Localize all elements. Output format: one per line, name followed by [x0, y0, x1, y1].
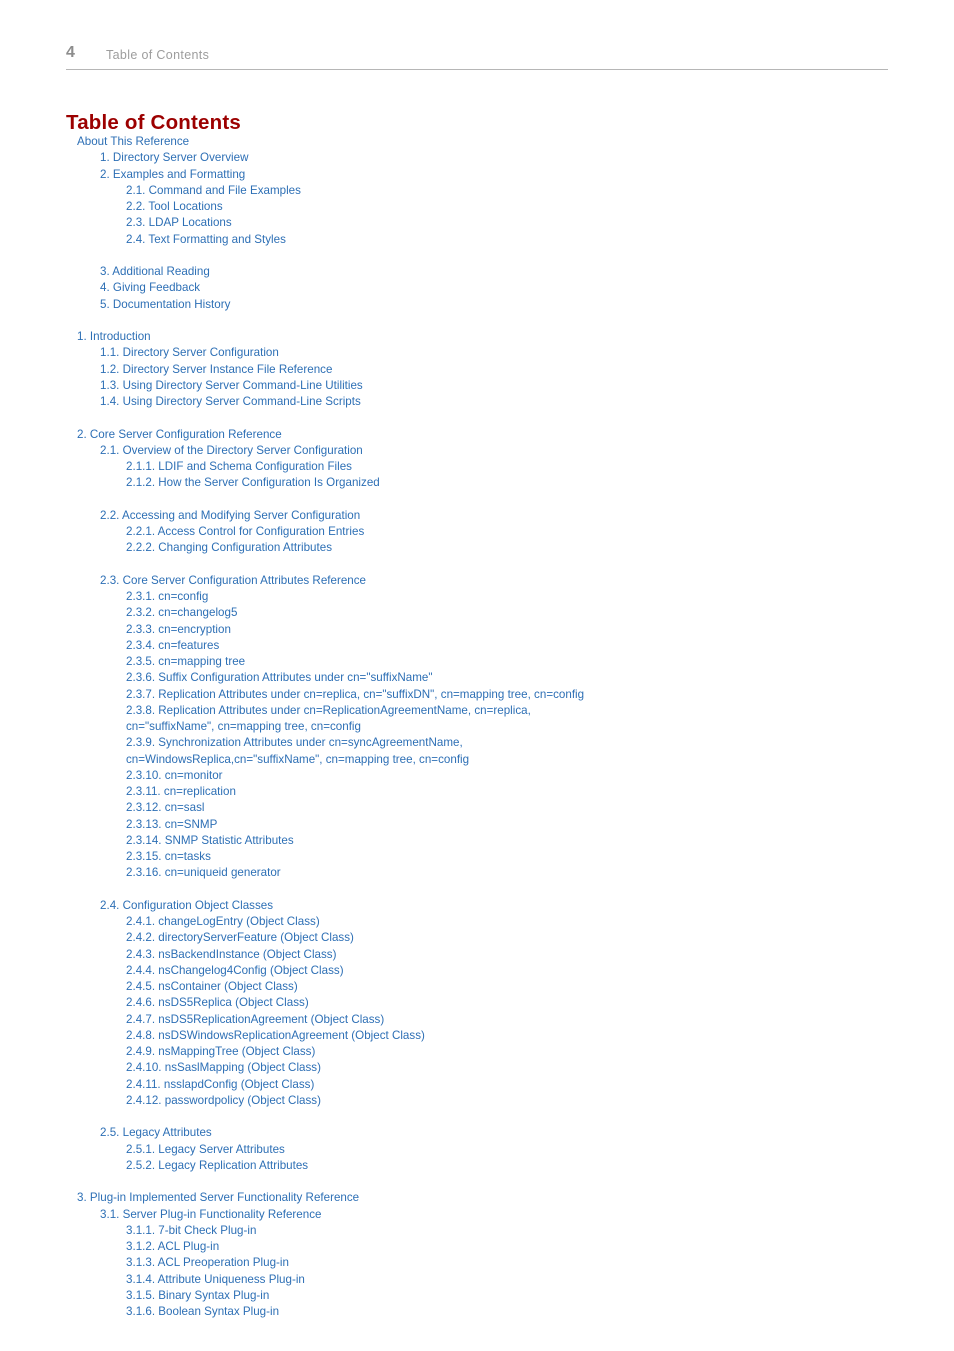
toc-entry[interactable]: 3.1.3. ACL Preoperation Plug-in: [66, 1255, 896, 1271]
toc-entry[interactable]: 1. Directory Server Overview: [66, 150, 896, 166]
toc-entry[interactable]: 2.4.10. nsSaslMapping (Object Class): [66, 1060, 896, 1076]
toc-entry[interactable]: 2.3.8. Replication Attributes under cn=R…: [66, 703, 896, 719]
toc-entry[interactable]: 2.4.1. changeLogEntry (Object Class): [66, 914, 896, 930]
toc-entry[interactable]: 2.4.12. passwordpolicy (Object Class): [66, 1093, 896, 1109]
toc-entry[interactable]: 2.3.14. SNMP Statistic Attributes: [66, 833, 896, 849]
toc-entry[interactable]: 2.5.2. Legacy Replication Attributes: [66, 1158, 896, 1174]
toc-entry[interactable]: 3.1.5. Binary Syntax Plug-in: [66, 1288, 896, 1304]
toc-entry[interactable]: 1. Introduction: [66, 329, 896, 345]
toc-entry[interactable]: 2.2.1. Access Control for Configuration …: [66, 524, 896, 540]
toc-entry[interactable]: 2.3.2. cn=changelog5: [66, 605, 896, 621]
toc-entry[interactable]: 2.1. Overview of the Directory Server Co…: [66, 443, 896, 459]
toc-entry[interactable]: 3.1.1. 7-bit Check Plug-in: [66, 1223, 896, 1239]
running-header: 4 Table of Contents: [66, 44, 888, 70]
toc-entry[interactable]: 1.4. Using Directory Server Command-Line…: [66, 394, 896, 410]
toc-entry[interactable]: 2.4.3. nsBackendInstance (Object Class): [66, 947, 896, 963]
toc-entry[interactable]: 3.1.2. ACL Plug-in: [66, 1239, 896, 1255]
toc-entry[interactable]: 2.3.12. cn=sasl: [66, 800, 896, 816]
toc-entry[interactable]: 2.1.2. How the Server Configuration Is O…: [66, 475, 896, 491]
toc-entry[interactable]: 1.3. Using Directory Server Command-Line…: [66, 378, 896, 394]
toc-entry[interactable]: 2.3. Core Server Configuration Attribute…: [66, 573, 896, 589]
toc-entry[interactable]: 1.2. Directory Server Instance File Refe…: [66, 362, 896, 378]
toc-entry[interactable]: 2.3.7. Replication Attributes under cn=r…: [66, 687, 896, 703]
toc-entry[interactable]: 2.3.10. cn=monitor: [66, 768, 896, 784]
toc-entry[interactable]: 2.3.4. cn=features: [66, 638, 896, 654]
toc-entry[interactable]: 2.1. Command and File Examples: [66, 183, 896, 199]
toc-entry[interactable]: 2.5.1. Legacy Server Attributes: [66, 1142, 896, 1158]
toc-entry[interactable]: About This Reference: [66, 134, 896, 150]
toc-entry[interactable]: 2.4.2. directoryServerFeature (Object Cl…: [66, 930, 896, 946]
page-title: Table of Contents: [66, 110, 241, 134]
toc-entry[interactable]: 2.1.1. LDIF and Schema Configuration Fil…: [66, 459, 896, 475]
toc-entry[interactable]: 5. Documentation History: [66, 297, 896, 313]
toc-entry[interactable]: 3.1. Server Plug-in Functionality Refere…: [66, 1207, 896, 1223]
toc-entry[interactable]: 2.3. LDAP Locations: [66, 215, 896, 231]
toc-entry[interactable]: 2.2. Tool Locations: [66, 199, 896, 215]
toc-entry[interactable]: 2.4. Text Formatting and Styles: [66, 232, 896, 248]
toc-entry[interactable]: 2.3.6. Suffix Configuration Attributes u…: [66, 670, 896, 686]
toc-entry[interactable]: 2.3.16. cn=uniqueid generator: [66, 865, 896, 881]
toc-entry[interactable]: 2.4.4. nsChangelog4Config (Object Class): [66, 963, 896, 979]
toc-entry[interactable]: 3.1.6. Boolean Syntax Plug-in: [66, 1304, 896, 1320]
toc-entry[interactable]: 2.5. Legacy Attributes: [66, 1125, 896, 1141]
toc-entry[interactable]: 2.4.8. nsDSWindowsReplicationAgreement (…: [66, 1028, 896, 1044]
document-page: 4 Table of Contents Table of Contents Ab…: [0, 0, 954, 1351]
toc-entry[interactable]: 2. Examples and Formatting: [66, 167, 896, 183]
toc-entry[interactable]: 2.3.9. Synchronization Attributes under …: [66, 735, 896, 751]
toc-entry[interactable]: 2.2.2. Changing Configuration Attributes: [66, 540, 896, 556]
toc-entry-continuation: cn="suffixName", cn=mapping tree, cn=con…: [126, 720, 361, 733]
toc-entry[interactable]: 2.4. Configuration Object Classes: [66, 898, 896, 914]
toc-entry[interactable]: 2.4.11. nsslapdConfig (Object Class): [66, 1077, 896, 1093]
page-number: 4: [66, 44, 75, 61]
toc-entry[interactable]: 2.4.9. nsMappingTree (Object Class): [66, 1044, 896, 1060]
toc-entry[interactable]: 2.3.15. cn=tasks: [66, 849, 896, 865]
toc-entry[interactable]: 2.4.5. nsContainer (Object Class): [66, 979, 896, 995]
toc-entry[interactable]: 2.4.6. nsDS5Replica (Object Class): [66, 995, 896, 1011]
toc-entry[interactable]: 4. Giving Feedback: [66, 280, 896, 296]
toc-entry[interactable]: 2.3.13. cn=SNMP: [66, 817, 896, 833]
toc-entry[interactable]: 2.3.1. cn=config: [66, 589, 896, 605]
toc-entry[interactable]: 3.1.4. Attribute Uniqueness Plug-in: [66, 1272, 896, 1288]
table-of-contents-list: About This Reference 1. Directory Server …: [66, 134, 896, 1320]
toc-entry[interactable]: 2.2. Accessing and Modifying Server Conf…: [66, 508, 896, 524]
toc-entry[interactable]: 2.3.3. cn=encryption: [66, 622, 896, 638]
toc-entry[interactable]: 2.3.5. cn=mapping tree: [66, 654, 896, 670]
toc-entry[interactable]: 3. Plug-in Implemented Server Functional…: [66, 1190, 896, 1206]
toc-entry-continuation: cn=WindowsReplica,cn="suffixName", cn=ma…: [126, 752, 470, 766]
toc-entry[interactable]: 3. Additional Reading: [66, 264, 896, 280]
toc-entry[interactable]: 2. Core Server Configuration Reference: [66, 427, 896, 443]
running-header-title: Table of Contents: [106, 48, 210, 62]
toc-entry[interactable]: 2.3.11. cn=replication: [66, 784, 896, 800]
toc-entry[interactable]: 2.4.7. nsDS5ReplicationAgreement (Object…: [66, 1012, 896, 1028]
toc-entry[interactable]: 1.1. Directory Server Configuration: [66, 345, 896, 361]
